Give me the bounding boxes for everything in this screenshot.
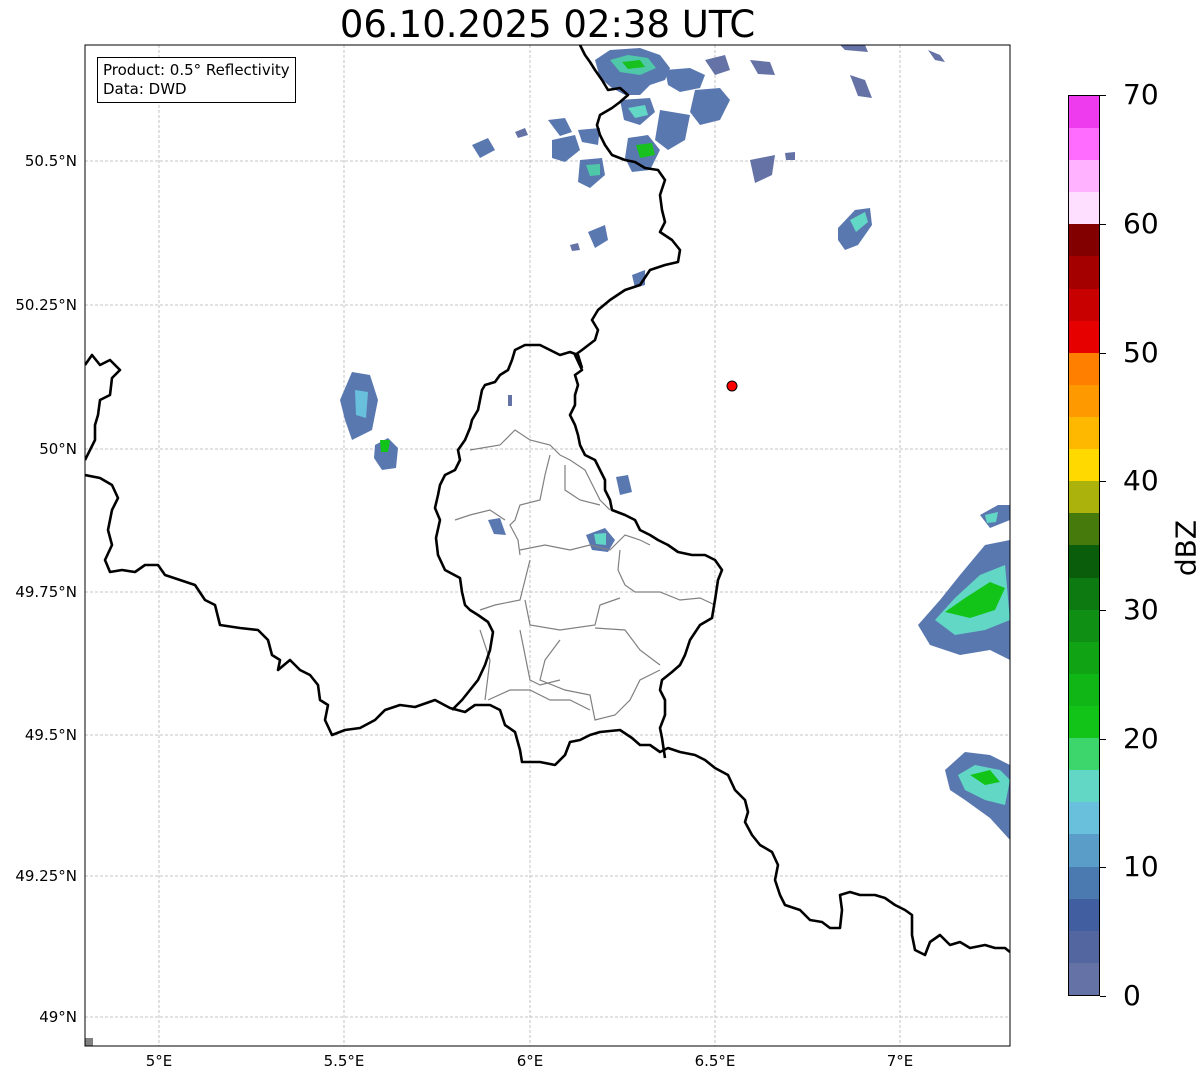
lon-tick: 5.5°E: [323, 1052, 365, 1070]
colorbar-bin: [1069, 224, 1099, 257]
colorbar-bin: [1069, 641, 1099, 674]
colorbar-bin: [1069, 256, 1099, 289]
colorbar-tick: 70: [1123, 78, 1159, 111]
colorbar-bin: [1069, 673, 1099, 707]
colorbar-bin: [1069, 898, 1099, 931]
colorbar-bin: [1069, 962, 1099, 995]
lat-tick: 49.5°N: [24, 726, 77, 744]
info-source: Data: DWD: [103, 80, 187, 98]
colorbar-bin: [1069, 320, 1099, 353]
lon-tick: 6.5°E: [694, 1052, 736, 1070]
lat-tick: 50°N: [39, 440, 77, 458]
colorbar-bin: [1069, 384, 1099, 418]
lon-tick: 6°E: [516, 1052, 544, 1070]
colorbar-bin: [1069, 738, 1099, 771]
colorbar-bin: [1069, 834, 1099, 867]
colorbar-tick: 0: [1123, 979, 1141, 1012]
colorbar-bin: [1069, 802, 1099, 835]
colorbar-bin: [1069, 609, 1099, 642]
colorbar-tick: 50: [1123, 336, 1159, 369]
colorbar-bin: [1069, 288, 1099, 321]
colorbar-tick: 30: [1123, 593, 1159, 626]
lon-tick: 5°E: [145, 1052, 173, 1070]
colorbar-label: dBZ: [1169, 519, 1202, 577]
lat-tick: 50.25°N: [15, 296, 77, 314]
colorbar-bin: [1069, 192, 1099, 225]
colorbar-bin: [1069, 770, 1099, 803]
colorbar-bin: [1069, 513, 1099, 546]
lat-tick: 49.25°N: [15, 867, 77, 885]
colorbar-bin: [1069, 128, 1099, 161]
radar-map: [84, 44, 1011, 1047]
colorbar-bin: [1069, 706, 1099, 739]
colorbar-bin: [1069, 545, 1099, 578]
colorbar-tick: 60: [1123, 207, 1159, 240]
colorbar-tick: 10: [1123, 850, 1159, 883]
colorbar-bin: [1069, 417, 1099, 450]
lat-tick: 50.5°N: [24, 152, 77, 170]
colorbar-bin: [1069, 449, 1099, 482]
lat-tick: 49.75°N: [15, 583, 77, 601]
colorbar-tick: 40: [1123, 464, 1159, 497]
colorbar-bin: [1069, 930, 1099, 963]
colorbar-bin: [1069, 577, 1099, 610]
lat-tick: 49°N: [39, 1008, 77, 1026]
colorbar-bin: [1069, 352, 1099, 385]
info-box: Product: 0.5° Reflectivity Data: DWD: [97, 57, 296, 103]
colorbar: [1068, 95, 1100, 996]
location-marker: [726, 380, 738, 392]
colorbar-bin: [1069, 481, 1099, 514]
colorbar-bin: [1069, 160, 1099, 193]
colorbar-tick: 20: [1123, 722, 1159, 755]
colorbar-bin: [1069, 95, 1099, 129]
lon-tick: 7°E: [886, 1052, 914, 1070]
info-product: Product: 0.5° Reflectivity: [103, 61, 290, 79]
colorbar-bin: [1069, 866, 1099, 899]
